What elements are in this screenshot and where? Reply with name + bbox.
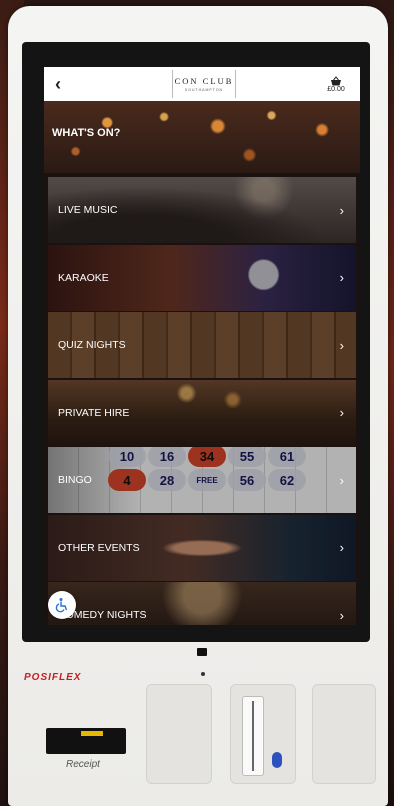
chevron-right-icon: ›: [339, 202, 344, 218]
chevron-left-icon: ‹: [55, 73, 61, 94]
events-list: LIVE MUSIC › KARAOKE › QUIZ NIGHTS › PRI…: [48, 177, 356, 625]
logo-main-text: CON CLUB: [174, 76, 234, 86]
chevron-right-icon: ›: [339, 337, 344, 353]
card-slot[interactable]: [242, 696, 264, 776]
bingo-number: 55: [228, 447, 266, 467]
chevron-right-icon: ›: [339, 270, 344, 285]
receipt-label: Receipt: [66, 759, 100, 770]
bingo-number: 62: [268, 469, 306, 491]
chevron-right-icon: ›: [339, 472, 344, 488]
bingo-number: 16: [148, 447, 186, 467]
event-live-music[interactable]: LIVE MUSIC ›: [48, 177, 356, 243]
bingo-number: 61: [268, 447, 306, 467]
kiosk-panel: [312, 684, 376, 784]
event-label: LIVE MUSIC: [58, 204, 118, 216]
event-quiz-nights[interactable]: QUIZ NIGHTS ›: [48, 312, 356, 378]
basket-total: £0.00: [327, 85, 345, 93]
club-logo: CON CLUB SOUTHAMPTON: [172, 70, 236, 98]
event-label: BINGO: [58, 474, 92, 486]
chevron-right-icon: ›: [339, 540, 344, 555]
bingo-number: 4: [108, 469, 146, 491]
app-header: ‹ CON CLUB SOUTHAMPTON £0.00: [44, 67, 360, 101]
event-label: OTHER EVENTS: [58, 541, 140, 554]
bingo-card-image: 10 16 34 55 61 4 28 FREE 56 62: [108, 447, 346, 491]
page-title: WHAT'S ON?: [52, 127, 121, 139]
bingo-number: 10: [108, 447, 146, 467]
sensor-dot: [201, 672, 205, 676]
card-slot-opening: [252, 701, 254, 771]
contactless-reader[interactable]: [272, 752, 282, 768]
wheelchair-icon: [55, 598, 68, 613]
event-private-hire[interactable]: PRIVATE HIRE ›: [48, 379, 356, 446]
bingo-number: 34: [188, 447, 226, 467]
event-label: QUIZ NIGHTS: [58, 339, 126, 351]
basket-button[interactable]: £0.00: [316, 75, 356, 93]
bingo-number: 28: [148, 469, 186, 491]
event-bingo[interactable]: 10 16 34 55 61 4 28 FREE 56 62 BINGO ›: [48, 447, 356, 513]
accessibility-button[interactable]: [48, 591, 76, 619]
kiosk-panel: [146, 684, 212, 784]
logo-sub-text: SOUTHAMPTON: [184, 88, 224, 92]
event-comedy-nights[interactable]: COMEDY NIGHTS ›: [48, 582, 356, 625]
brand-logo: POSIFLEX: [24, 672, 82, 683]
basket-icon: [331, 75, 341, 85]
event-label: KARAOKE: [58, 271, 109, 284]
kiosk-screen: ‹ CON CLUB SOUTHAMPTON £0.00 WHAT'S ON? …: [44, 67, 360, 625]
bingo-number: 56: [228, 469, 266, 491]
chevron-right-icon: ›: [339, 405, 344, 420]
whats-on-banner: WHAT'S ON?: [44, 101, 360, 173]
event-karaoke[interactable]: KARAOKE ›: [48, 244, 356, 311]
bingo-number: FREE: [188, 469, 226, 491]
event-other-events[interactable]: OTHER EVENTS ›: [48, 514, 356, 581]
back-button[interactable]: ‹: [44, 67, 72, 101]
event-label: PRIVATE HIRE: [58, 406, 130, 419]
camera-icon: [197, 648, 207, 656]
receipt-slot-tag: [81, 731, 103, 736]
chevron-right-icon: ›: [339, 607, 344, 623]
